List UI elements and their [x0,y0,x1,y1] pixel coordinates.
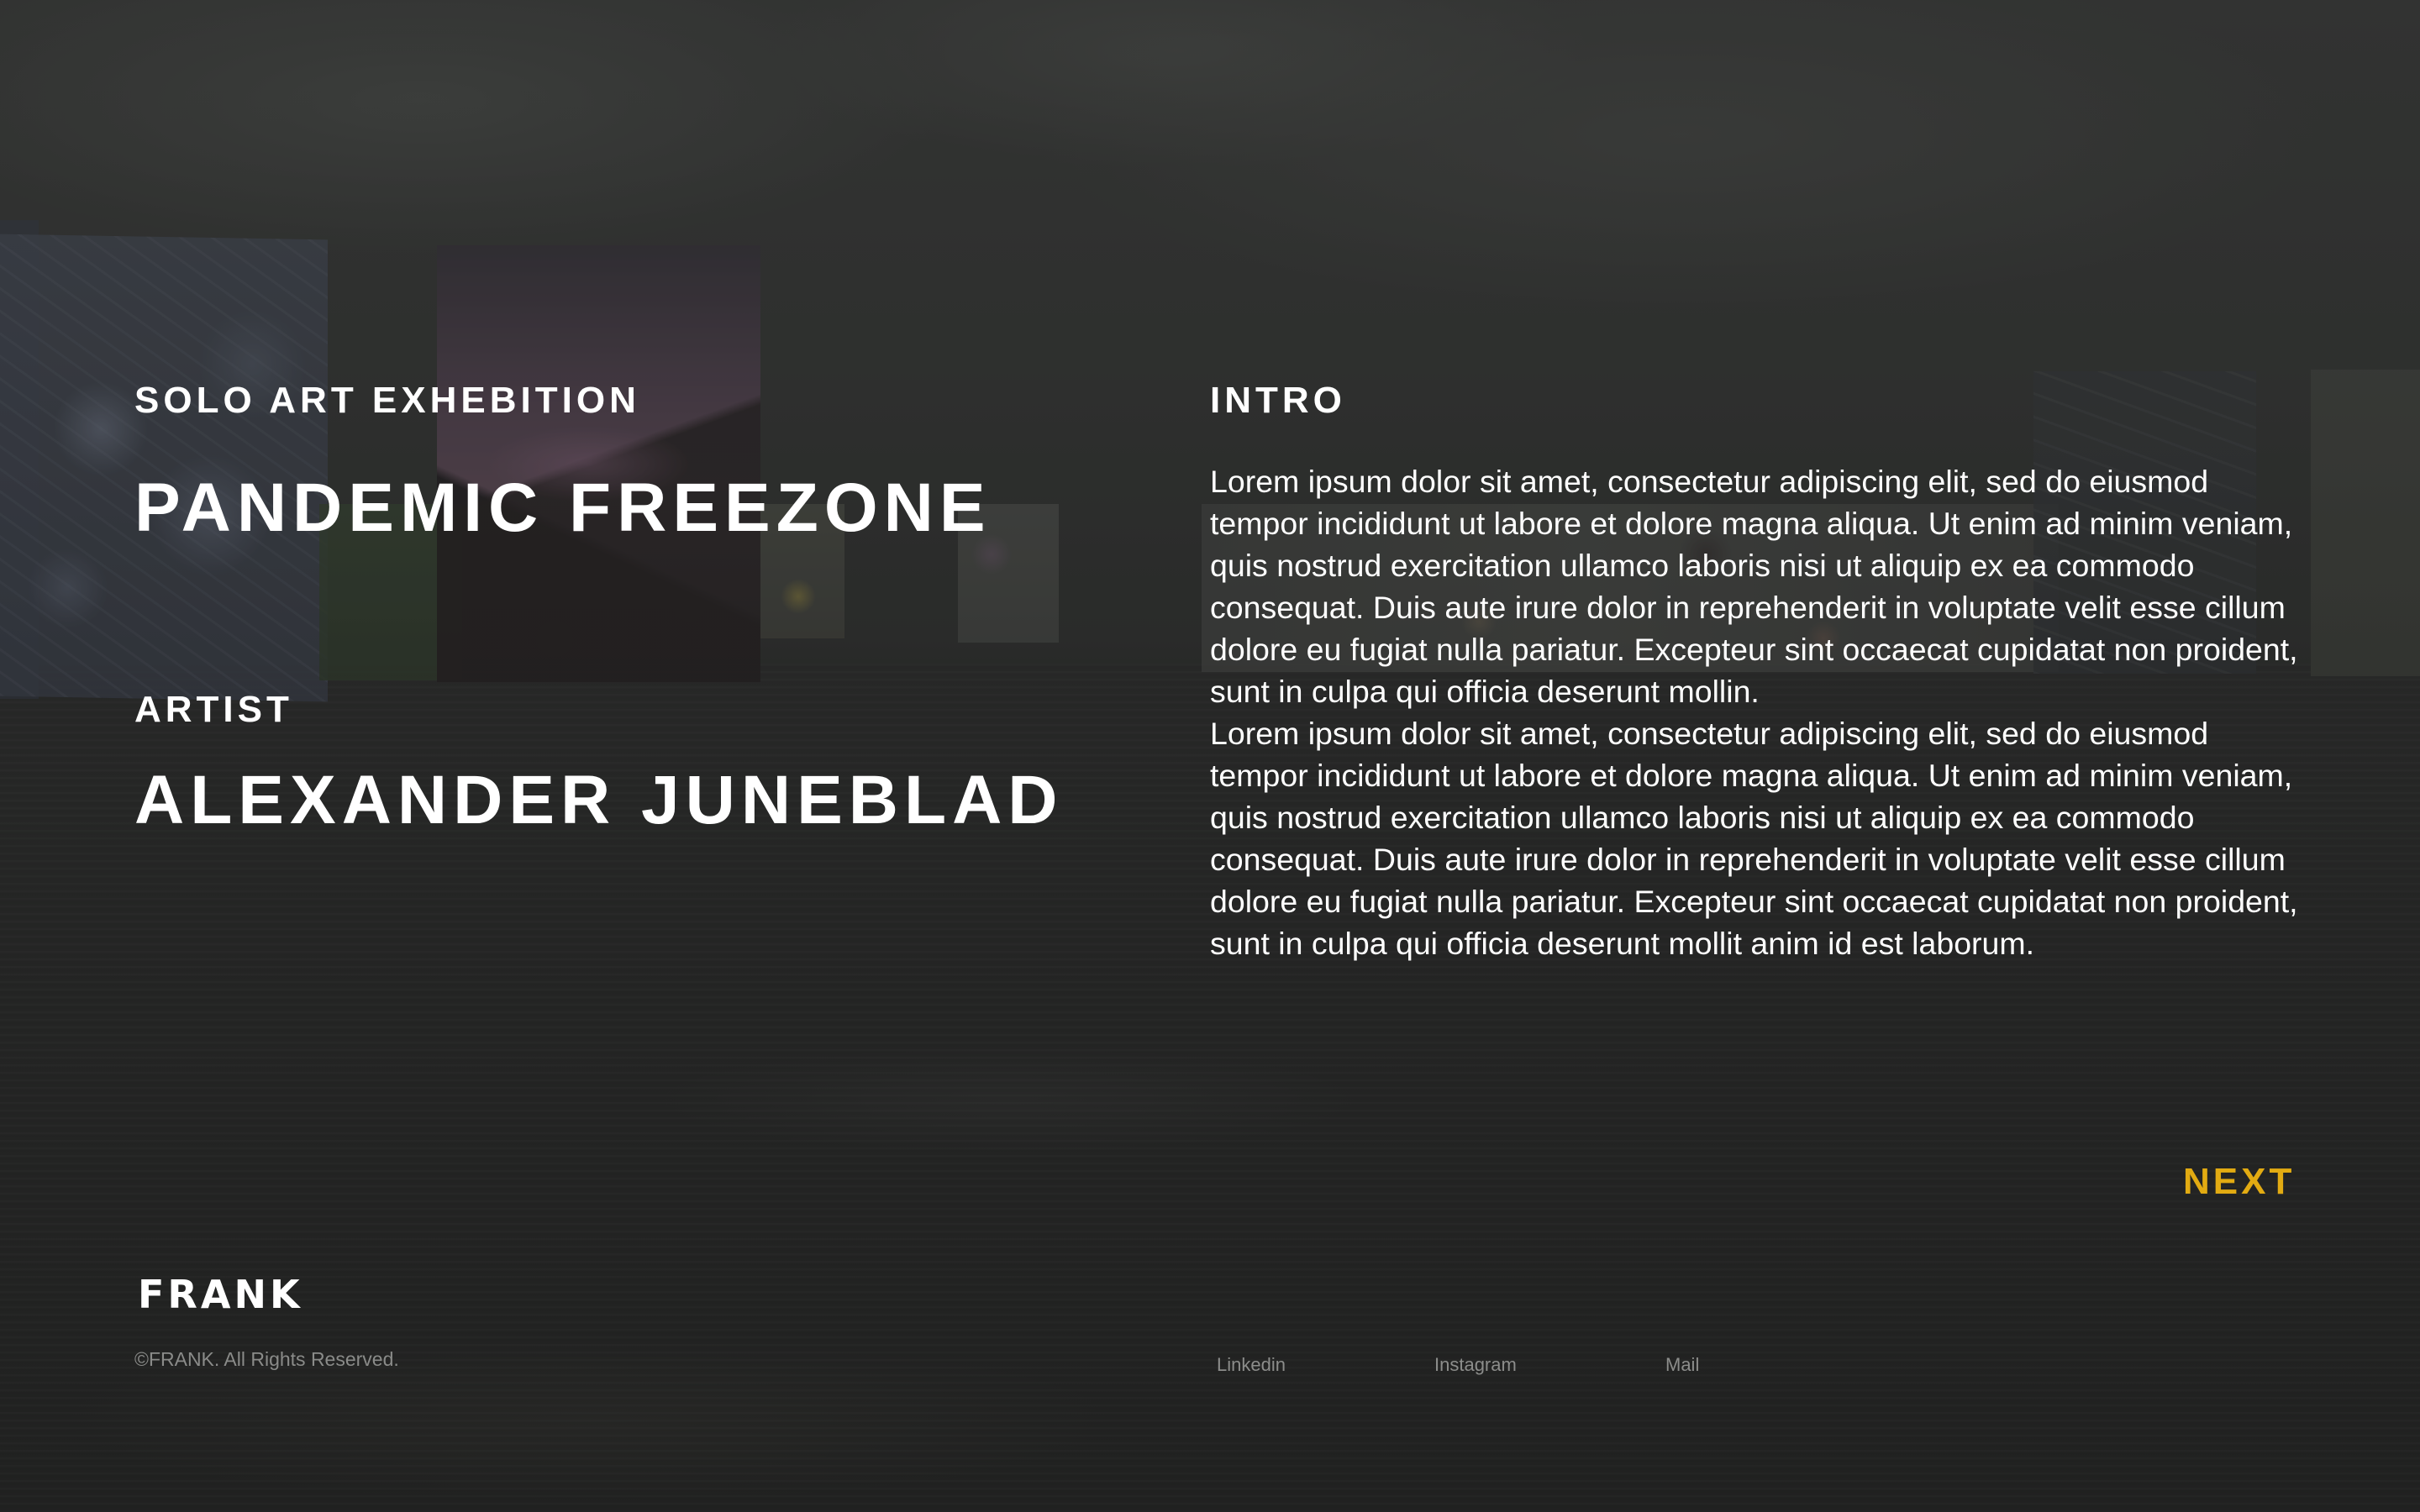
exhibition-title: PANDEMIC FREEZONE [134,470,992,546]
exhibition-type-label: SOLO ART EXHEBITION [134,380,640,421]
intro-paragraph: Lorem ipsum dolor sit amet, consectetur … [1210,716,2298,961]
artist-label: ARTIST [134,689,293,730]
artist-name: ALEXANDER JUNEBLAD [134,762,1064,838]
frank-logo[interactable]: FRANK [138,1273,303,1315]
linkedin-link[interactable]: Linkedin [1217,1354,1286,1376]
instagram-link[interactable]: Instagram [1434,1354,1517,1376]
intro-paragraph: Lorem ipsum dolor sit amet, consectetur … [1210,464,2298,709]
copyright-text: ©FRANK. All Rights Reserved. [134,1348,399,1370]
frank-logo-text: FRANK [138,1272,303,1317]
intro-heading: INTRO [1210,380,1346,421]
exhibition-intro-page: SOLO ART EXHEBITION PANDEMIC FREEZONE AR… [0,0,2420,1512]
mail-link[interactable]: Mail [1665,1354,1699,1376]
intro-text: Lorem ipsum dolor sit amet, consectetur … [1210,460,2302,964]
next-button[interactable]: NEXT [2183,1161,2295,1203]
